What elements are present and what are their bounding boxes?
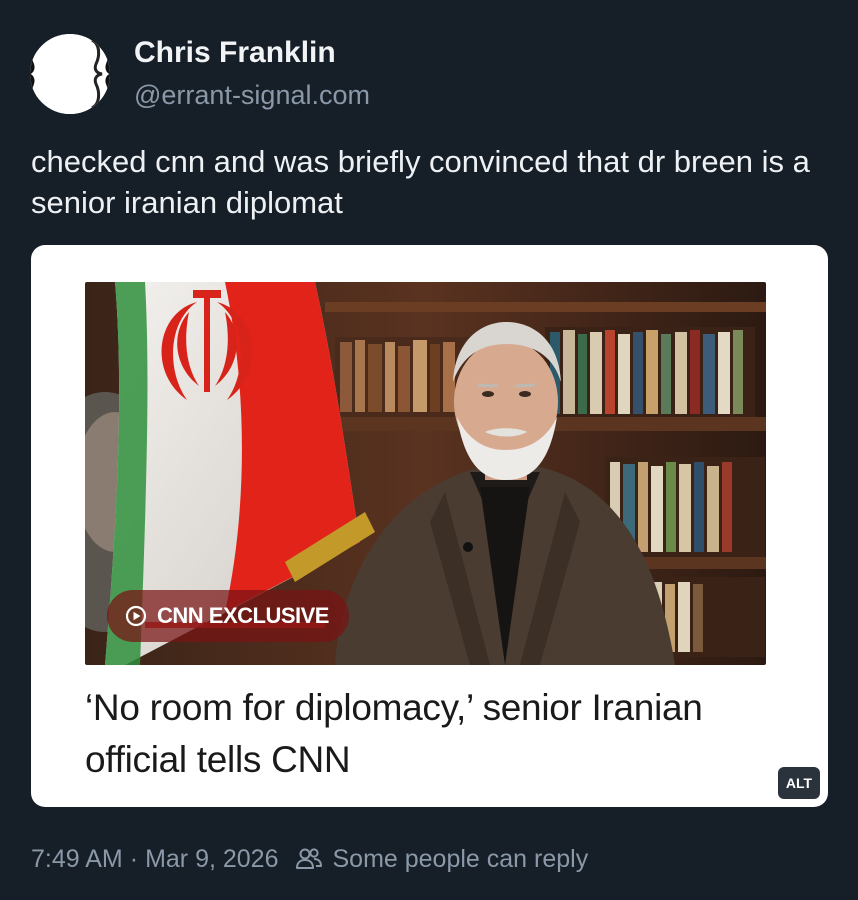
- metadata-separator: ·: [129, 844, 139, 873]
- post-date[interactable]: Mar 9, 2026: [145, 845, 278, 874]
- curly-braces-avatar-icon: [30, 34, 110, 114]
- author-avatar[interactable]: [30, 34, 110, 114]
- author-display-name[interactable]: Chris Franklin: [134, 36, 336, 70]
- embedded-image[interactable]: CNN EXCLUSIVE ‘No room for diplomacy,’ s…: [31, 245, 828, 807]
- article-headline: ‘No room for diplomacy,’ senior Iranian …: [85, 687, 703, 780]
- post-text: checked cnn and was briefly convinced th…: [31, 144, 810, 220]
- people-icon: [294, 845, 324, 873]
- post-thread-item: Chris Franklin @errant-signal.com checke…: [0, 0, 858, 900]
- post-time[interactable]: 7:49 AM: [31, 845, 123, 874]
- reply-setting[interactable]: Some people can reply: [294, 845, 588, 874]
- post-metadata: 7:49 AM · Mar 9, 2026 Some people can re…: [31, 842, 588, 876]
- author-handle[interactable]: @errant-signal.com: [134, 80, 370, 111]
- cnn-exclusive-badge: CNN EXCLUSIVE: [107, 590, 349, 642]
- badge-label: CNN EXCLUSIVE: [157, 603, 329, 628]
- reply-setting-label: Some people can reply: [332, 844, 589, 873]
- alt-text-button[interactable]: ALT: [778, 767, 820, 799]
- play-circle-icon: [125, 605, 147, 627]
- news-photo: CNN EXCLUSIVE: [85, 282, 766, 665]
